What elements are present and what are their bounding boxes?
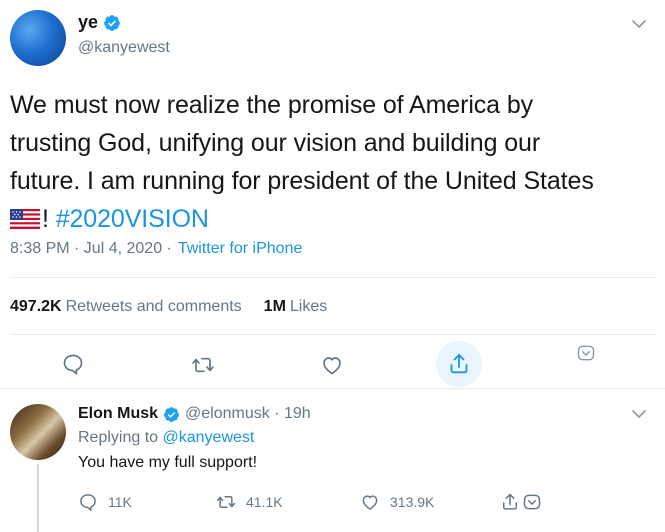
retweets-count: 497.2K [10,298,62,315]
reply-author-handle[interactable]: @elonmusk · 19h [185,405,311,423]
author-row: ye [78,12,121,33]
likes-label: Likes [289,298,328,315]
heart-icon[interactable] [320,353,344,377]
retweet-action[interactable]: 41.1K [216,492,283,512]
divider [10,334,656,335]
reply-tweet[interactable]: Elon Musk @elonmusk · 19h Replying to @k… [0,392,665,532]
tweet-body: We must now realize the promise of Ameri… [10,86,650,238]
divider [10,277,656,278]
replying-to: Replying to @kanyewest [78,429,254,447]
verified-badge-icon [104,14,120,31]
reply-body: You have my full support! [78,454,258,471]
reply-author-name[interactable]: Elon Musk [78,405,158,423]
tweet-stats: 497.2K Retweets and comments 1M Likes [10,298,327,316]
reply-count: 11K [108,494,132,510]
likes-count: 1M [263,298,286,315]
tweet-source[interactable]: Twitter for iPhone [178,240,303,258]
retweet-icon[interactable] [191,353,215,377]
tweet-line: We must now realize the promise of Ameri… [10,91,534,119]
chevron-down-icon[interactable] [631,16,647,32]
tweet-meta: 8:38 PM · Jul 4, 2020 · Twitter for iPho… [10,240,302,258]
heart-icon [362,495,378,510]
tweet-line: trusting God, unifying our vision and bu… [10,129,541,157]
share-icon[interactable] [447,352,471,376]
tweet-exclamation: ! [42,205,56,233]
like-action[interactable]: 313.9K [360,492,434,512]
retweets-label: Retweets and comments [65,298,242,315]
verified-badge-icon [164,406,179,422]
reply-action[interactable]: 11K [78,492,132,512]
avatar[interactable] [10,404,66,460]
reply-icon [80,494,96,511]
tweet-line: future. I am running for president of th… [10,167,594,195]
author-handle[interactable]: @kanyewest [78,39,170,57]
replying-mention[interactable]: @kanyewest [163,429,255,446]
main-tweet: ye @kanyewest We must now realize the pr… [0,0,665,390]
tweet-timestamp[interactable]: 8:38 PM · Jul 4, 2020 · [10,240,172,258]
us-flag-icon [10,209,40,229]
retweet-count: 41.1K [246,494,283,510]
like-count: 313.9K [390,494,435,510]
more-icon[interactable] [576,343,596,363]
share-icon [503,493,517,510]
retweet-icon [216,496,236,508]
more-icon[interactable] [522,492,542,512]
replying-prefix: Replying to [78,429,163,446]
hashtag-link[interactable]: #2020VISION [56,205,209,233]
author-name[interactable]: ye [78,12,98,33]
chevron-down-icon[interactable] [631,406,647,422]
tweet-line: ! #2020VISION [10,200,650,238]
reply-author-row: Elon Musk @elonmusk · 19h [78,405,311,423]
retweets-stat[interactable]: 497.2K Retweets and comments [10,298,242,316]
thread-line [37,464,39,532]
share-action[interactable] [500,492,542,512]
avatar[interactable] [10,10,66,66]
likes-stat[interactable]: 1M Likes [264,298,328,316]
divider [0,388,665,389]
reply-icon[interactable] [61,352,85,376]
